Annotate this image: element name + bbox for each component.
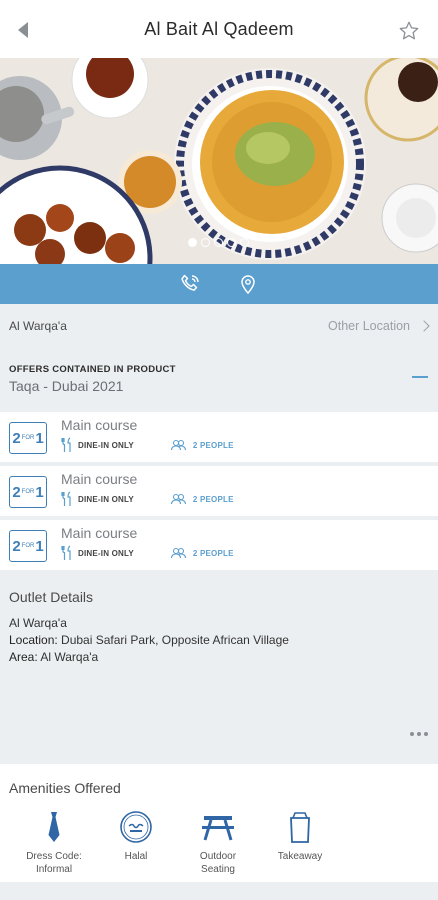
location-row: Al Warqa'a Other Location <box>0 304 438 348</box>
amenities-section: Amenities Offered Dress Code: Informal Ha… <box>0 764 438 882</box>
badge-mid: FOR <box>21 435 35 441</box>
outlet-location-line: Location: Dubai Safari Park, Opposite Af… <box>9 632 428 649</box>
location-name: Al Warqa'a <box>9 319 67 333</box>
badge-left: 2 <box>12 537 21 555</box>
amenity-halal: Halal <box>96 810 176 863</box>
gallery-dot[interactable] <box>240 238 249 247</box>
location-label: Location: <box>9 633 58 647</box>
more-options-icon[interactable] <box>410 732 428 736</box>
gallery-dot[interactable] <box>188 238 197 247</box>
amenity-label-2: Informal <box>35 864 73 875</box>
back-arrow-icon[interactable] <box>18 22 28 38</box>
cutlery-icon <box>61 491 71 506</box>
offer-item[interactable]: 2 FOR 1 Main course DINE-IN ONLY 2 PEOPLE <box>0 412 438 462</box>
app-header: Al Bait Al Qadeem <box>0 0 438 58</box>
badge-mid: FOR <box>21 543 35 549</box>
action-bar <box>0 264 438 304</box>
amenity-takeaway: Takeaway <box>260 810 340 863</box>
restaurant-photo[interactable] <box>0 58 438 264</box>
two-for-one-badge-icon: 2 FOR 1 <box>9 422 47 454</box>
dine-in-label: DINE-IN ONLY <box>78 548 134 558</box>
outlet-name: Al Warqa'a <box>9 616 67 630</box>
offers-header: OFFERS CONTAINED IN PRODUCT Taqa - Dubai… <box>9 358 428 404</box>
food-photo-image <box>0 58 438 264</box>
amenity-label: Outdoor <box>199 851 237 862</box>
page-title: Al Bait Al Qadeem <box>144 18 294 39</box>
bottom-spacer <box>0 882 438 900</box>
amenity-label: Halal <box>124 851 148 862</box>
amenity-outdoor-seating: Outdoor Seating <box>178 810 258 876</box>
badge-mid: FOR <box>21 489 35 495</box>
outlet-area-line: Area: Al Warqa'a <box>9 649 428 666</box>
takeaway-bag-icon <box>290 812 310 843</box>
people-tag: 2 PEOPLE <box>170 493 234 505</box>
offer-title: Main course <box>61 417 138 433</box>
people-icon <box>170 547 186 559</box>
gallery-dot[interactable] <box>201 238 210 247</box>
collapse-icon[interactable] <box>412 376 428 378</box>
amenities-title: Amenities Offered <box>9 780 121 796</box>
badge-right: 1 <box>35 537 44 555</box>
two-for-one-badge-icon: 2 FOR 1 <box>9 530 47 562</box>
halal-icon <box>120 811 152 843</box>
chevron-right-icon <box>418 320 430 332</box>
star-icon[interactable] <box>398 20 420 42</box>
people-label: 2 PEOPLE <box>192 548 234 558</box>
dine-in-tag: DINE-IN ONLY <box>61 437 134 453</box>
dine-in-tag: DINE-IN ONLY <box>61 491 134 507</box>
outlet-details-title: Outlet Details <box>9 589 94 605</box>
other-location-link[interactable]: Other Location <box>328 319 430 333</box>
dine-in-tag: DINE-IN ONLY <box>61 545 134 561</box>
offer-title: Main course <box>61 525 138 541</box>
phone-icon[interactable] <box>178 272 202 296</box>
location-value: Dubai Safari Park, Opposite African Vill… <box>61 633 289 647</box>
cutlery-icon <box>61 437 71 452</box>
area-value: Al Warqa'a <box>40 650 99 664</box>
people-label: 2 PEOPLE <box>192 494 234 504</box>
offer-item[interactable]: 2 FOR 1 Main course DINE-IN ONLY 2 PEOPLE <box>0 466 438 516</box>
people-label: 2 PEOPLE <box>192 440 234 450</box>
dine-in-label: DINE-IN ONLY <box>78 440 134 450</box>
amenity-label: Dress Code: <box>26 851 82 862</box>
offer-item[interactable]: 2 FOR 1 Main course DINE-IN ONLY 2 PEOPLE <box>0 520 438 570</box>
dine-in-label: DINE-IN ONLY <box>78 494 134 504</box>
gallery-dot[interactable] <box>227 238 236 247</box>
badge-right: 1 <box>35 483 44 501</box>
amenity-label: Takeaway <box>277 851 323 862</box>
two-for-one-badge-icon: 2 FOR 1 <box>9 476 47 508</box>
offers-label: OFFERS CONTAINED IN PRODUCT <box>9 364 176 375</box>
location-pin-icon[interactable] <box>236 272 260 296</box>
offers-program: Taqa - Dubai 2021 <box>9 378 124 394</box>
badge-right: 1 <box>35 429 44 447</box>
amenity-label-2: Seating <box>201 864 235 875</box>
badge-left: 2 <box>12 483 21 501</box>
offer-title: Main course <box>61 471 138 487</box>
area-label: Area: <box>9 650 38 664</box>
people-icon <box>170 439 186 451</box>
badge-left: 2 <box>12 429 21 447</box>
cutlery-icon <box>61 545 71 560</box>
gallery-dot[interactable] <box>214 238 223 247</box>
other-location-label: Other Location <box>328 319 410 333</box>
people-icon <box>170 493 186 505</box>
tie-icon <box>48 812 60 842</box>
people-tag: 2 PEOPLE <box>170 547 234 559</box>
gallery-pagination[interactable] <box>188 238 249 247</box>
amenity-dress-code: Dress Code: Informal <box>14 810 94 876</box>
outlet-details: Outlet Details Al Warqa'a Location: Duba… <box>9 578 428 666</box>
picnic-table-icon <box>202 816 234 841</box>
people-tag: 2 PEOPLE <box>170 439 234 451</box>
